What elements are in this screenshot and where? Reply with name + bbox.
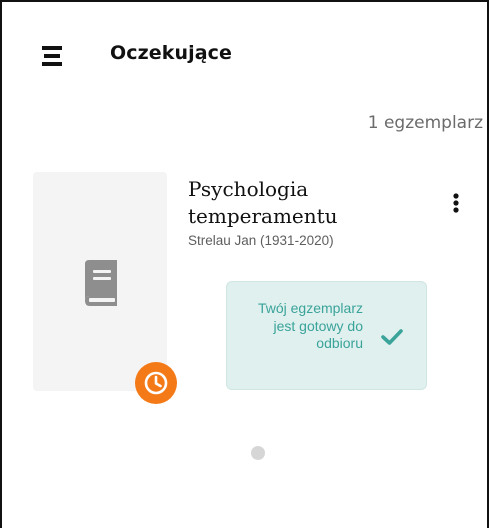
more-vertical-icon[interactable] bbox=[446, 190, 466, 216]
status-message: Twój egzemplarz jest gotowy do odbioru bbox=[257, 300, 363, 351]
status-card: Twój egzemplarz jest gotowy do odbioru bbox=[226, 281, 427, 390]
check-icon bbox=[379, 326, 405, 348]
hamburger-menu-icon[interactable] bbox=[42, 46, 64, 66]
item-count: 1 egzemplarz bbox=[367, 113, 483, 133]
app-screen: Oczekujące 1 egzemplarz Psychologia temp… bbox=[0, 0, 489, 528]
page-title: Oczekujące bbox=[110, 42, 233, 64]
book-title[interactable]: Psychologia temperamentu bbox=[188, 176, 408, 230]
page-indicator-dot bbox=[251, 446, 265, 460]
book-icon bbox=[81, 260, 121, 306]
clock-icon bbox=[135, 362, 177, 404]
book-author: Strelau Jan (1931-2020) bbox=[188, 233, 334, 248]
